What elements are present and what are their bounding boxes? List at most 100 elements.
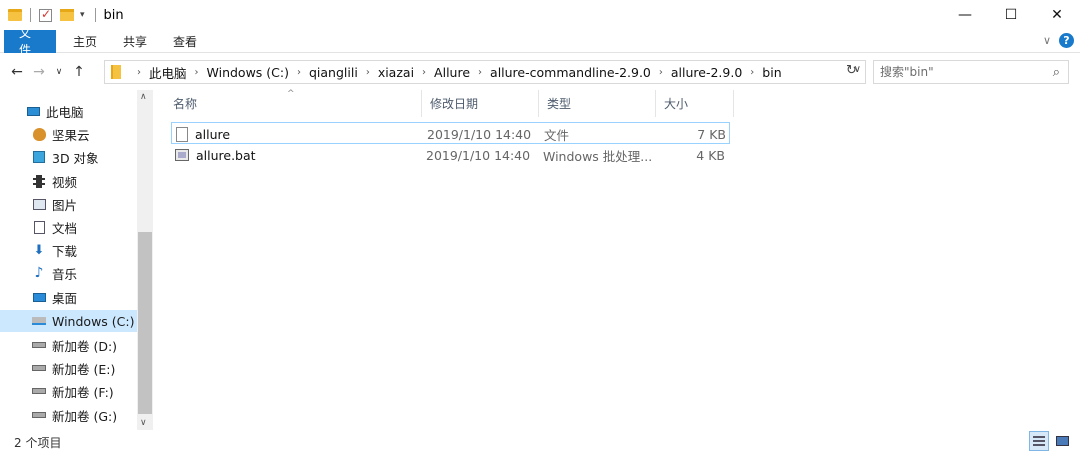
column-header-name[interactable]: 名称 ^: [165, 89, 422, 117]
ribbon-right-controls: ∨ ?: [1043, 33, 1074, 48]
tab-view[interactable]: 查看: [160, 30, 210, 53]
sidebar-item-windows-c[interactable]: Windows (C:): [0, 310, 137, 332]
breadcrumb-this-pc[interactable]: 此电脑: [149, 63, 187, 82]
sidebar-item-drive-e[interactable]: 新加卷 (E:): [0, 357, 137, 379]
search-input[interactable]: [880, 65, 1040, 79]
sidebar-item-downloads[interactable]: ⬇ 下载: [0, 239, 137, 261]
breadcrumb-bin[interactable]: bin: [762, 65, 781, 80]
breadcrumb-xiazai[interactable]: xiazai: [378, 65, 414, 80]
sidebar-item-nutstore[interactable]: 坚果云: [0, 123, 137, 145]
folder-icon: [111, 65, 121, 79]
close-button[interactable]: ✕: [1034, 0, 1080, 30]
cube-icon: [32, 150, 46, 164]
refresh-button[interactable]: ↻: [846, 63, 857, 78]
chevron-right-icon[interactable]: ›: [195, 67, 199, 78]
ribbon-tabs: 文件 主页 共享 查看 ∨ ?: [0, 26, 1080, 57]
help-icon[interactable]: ?: [1059, 33, 1074, 48]
sidebar-item-drive-d[interactable]: 新加卷 (D:): [0, 334, 137, 356]
sidebar-item-pictures[interactable]: 图片: [0, 193, 137, 215]
drive-icon: [32, 384, 46, 398]
toolbar-separator: [30, 8, 31, 22]
search-icon[interactable]: ⌕: [1053, 65, 1060, 80]
maximize-button[interactable]: ☐: [988, 0, 1034, 30]
back-button[interactable]: ←: [6, 64, 28, 80]
music-icon: ♪: [34, 265, 44, 281]
expand-ribbon-button[interactable]: ∨: [1043, 34, 1051, 47]
up-button[interactable]: ↑: [68, 64, 90, 80]
file-row-allure[interactable]: allure 2019/1/10 14:40 文件 7 KB: [171, 122, 730, 144]
breadcrumb: › 此电脑 › Windows (C:) › qianglili › xiaza…: [129, 63, 782, 82]
file-name-cell: allure: [176, 123, 230, 145]
chevron-right-icon[interactable]: ›: [137, 67, 141, 78]
computer-icon: [26, 104, 40, 118]
properties-icon[interactable]: [39, 7, 52, 22]
document-icon: [32, 220, 46, 234]
file-type-cell: Windows 批处理...: [543, 148, 653, 164]
breadcrumb-c-drive[interactable]: Windows (C:): [207, 65, 289, 80]
scroll-up-button[interactable]: ∧: [140, 92, 147, 102]
sidebar-item-drive-g[interactable]: 新加卷 (G:): [0, 404, 137, 426]
file-name-cell: allure.bat: [175, 144, 256, 166]
customize-toolbar-dropdown[interactable]: ▾: [80, 10, 85, 20]
new-folder-icon[interactable]: [60, 9, 74, 21]
breadcrumb-allure[interactable]: Allure: [434, 65, 470, 80]
file-date-cell: 2019/1/10 14:40: [426, 147, 531, 163]
video-icon: [32, 174, 46, 188]
breadcrumb-qianglili[interactable]: qianglili: [309, 65, 358, 80]
large-icons-view-button[interactable]: [1052, 431, 1072, 451]
drive-icon: [32, 408, 46, 422]
window-controls: — ☐ ✕: [942, 0, 1080, 30]
desktop-icon: [32, 290, 46, 304]
address-bar[interactable]: › 此电脑 › Windows (C:) › qianglili › xiaza…: [104, 60, 866, 84]
windows-drive-icon: [32, 314, 46, 328]
tab-share[interactable]: 共享: [110, 30, 160, 53]
chevron-right-icon[interactable]: ›: [297, 67, 301, 78]
chevron-right-icon[interactable]: ›: [366, 67, 370, 78]
column-header-date[interactable]: 修改日期: [422, 90, 539, 117]
breadcrumb-allure-commandline[interactable]: allure-commandline-2.9.0: [490, 65, 651, 80]
nutstore-icon: [32, 127, 46, 141]
download-icon: ⬇: [33, 242, 45, 258]
chevron-right-icon[interactable]: ›: [478, 67, 482, 78]
sidebar-item-3d-objects[interactable]: 3D 对象: [0, 146, 137, 168]
quick-access-toolbar: ▾: [0, 0, 104, 30]
scrollbar-thumb[interactable]: [138, 232, 152, 414]
column-header-size[interactable]: 大小: [656, 90, 734, 117]
folder-icon: [8, 9, 22, 21]
tab-home[interactable]: 主页: [60, 30, 110, 53]
recent-locations-button[interactable]: ∨: [50, 67, 68, 77]
details-view-button[interactable]: [1029, 431, 1049, 451]
toolbar-separator: [94, 8, 96, 22]
navigation-pane: 此电脑 坚果云 3D 对象 视频 图片 文档 ⬇ 下载 ♪ 音乐 桌面 Wind…: [0, 90, 153, 430]
details-view-icon: [1033, 436, 1045, 446]
forward-button[interactable]: →: [28, 64, 50, 80]
sidebar-item-desktop[interactable]: 桌面: [0, 286, 137, 308]
view-toggle: [1026, 431, 1072, 451]
sidebar-item-drive-f[interactable]: 新加卷 (F:): [0, 380, 137, 402]
file-row-allure-bat[interactable]: allure.bat 2019/1/10 14:40 Windows 批处理..…: [171, 144, 730, 166]
status-item-count: 2 个项目: [14, 436, 62, 450]
scroll-down-button[interactable]: ∨: [140, 418, 147, 428]
search-box[interactable]: ⌕: [873, 60, 1069, 84]
breadcrumb-allure-version[interactable]: allure-2.9.0: [671, 65, 742, 80]
minimize-button[interactable]: —: [942, 0, 988, 30]
sidebar-item-music[interactable]: ♪ 音乐: [0, 262, 137, 284]
sidebar-item-videos[interactable]: 视频: [0, 170, 137, 192]
drive-icon: [32, 338, 46, 352]
tab-file[interactable]: 文件: [4, 26, 56, 57]
picture-icon: [32, 197, 46, 211]
sidebar-item-documents[interactable]: 文档: [0, 216, 137, 238]
sidebar-item-this-pc[interactable]: 此电脑: [0, 100, 137, 122]
drive-icon: [32, 361, 46, 375]
file-size-cell: 7 KB: [697, 126, 726, 142]
chevron-right-icon[interactable]: ›: [750, 67, 754, 78]
chevron-right-icon[interactable]: ›: [422, 67, 426, 78]
sort-ascending-icon: ^: [287, 89, 295, 99]
file-date-cell: 2019/1/10 14:40: [427, 126, 532, 142]
title-bar: ▾ bin — ☐ ✕: [0, 0, 1080, 30]
chevron-right-icon[interactable]: ›: [659, 67, 663, 78]
column-header-type[interactable]: 类型: [539, 90, 656, 117]
window-title: bin: [103, 7, 124, 23]
file-type-cell: 文件: [544, 127, 570, 143]
sidebar-scrollbar[interactable]: ∧ ∨: [137, 90, 153, 430]
